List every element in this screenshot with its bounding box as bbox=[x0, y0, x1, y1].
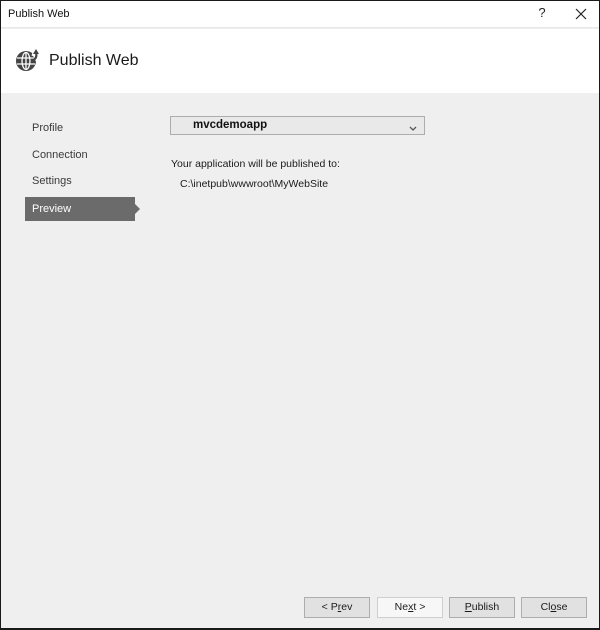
next-button[interactable]: Next > bbox=[377, 597, 443, 618]
dialog-header: Publish Web bbox=[1, 29, 599, 93]
next-label-pre: Ne bbox=[394, 601, 409, 613]
prev-label-pre: < P bbox=[321, 601, 338, 613]
globe-publish-icon bbox=[14, 48, 40, 74]
nav-item-connection[interactable]: Connection bbox=[25, 143, 145, 170]
close-button[interactable]: Close bbox=[521, 597, 587, 618]
profile-dropdown[interactable]: mvcdemoapp bbox=[170, 116, 425, 135]
header-title: Publish Web bbox=[49, 52, 139, 69]
title-bar: Publish Web ? bbox=[1, 1, 599, 28]
close-label-post: se bbox=[556, 601, 568, 613]
close-label-pre: Cl bbox=[540, 601, 551, 613]
publish-web-dialog: Publish Web ? Publish Web Profile Connec… bbox=[0, 0, 600, 630]
next-label-post: t > bbox=[413, 601, 426, 613]
publish-accel: P bbox=[464, 601, 472, 613]
nav-item-profile[interactable]: Profile bbox=[25, 116, 145, 143]
help-button[interactable]: ? bbox=[534, 5, 550, 23]
close-icon[interactable] bbox=[572, 5, 590, 23]
wizard-nav: Profile Connection Settings Preview bbox=[25, 116, 145, 221]
publish-label-post: ublish bbox=[471, 601, 500, 613]
profile-dropdown-value: mvcdemoapp bbox=[193, 119, 268, 131]
chevron-down-icon bbox=[408, 120, 418, 131]
publish-destination-path: C:\inetpub\wwwroot\MyWebSite bbox=[180, 178, 329, 190]
nav-item-preview[interactable]: Preview bbox=[25, 196, 140, 221]
prev-label-post: ev bbox=[341, 601, 353, 613]
window-title: Publish Web bbox=[8, 8, 70, 20]
publish-button[interactable]: Publish bbox=[449, 597, 515, 618]
prev-button[interactable]: < Prev bbox=[304, 597, 370, 618]
nav-item-settings[interactable]: Settings bbox=[25, 169, 145, 196]
publish-destination-label: Your application will be published to: bbox=[171, 158, 340, 170]
